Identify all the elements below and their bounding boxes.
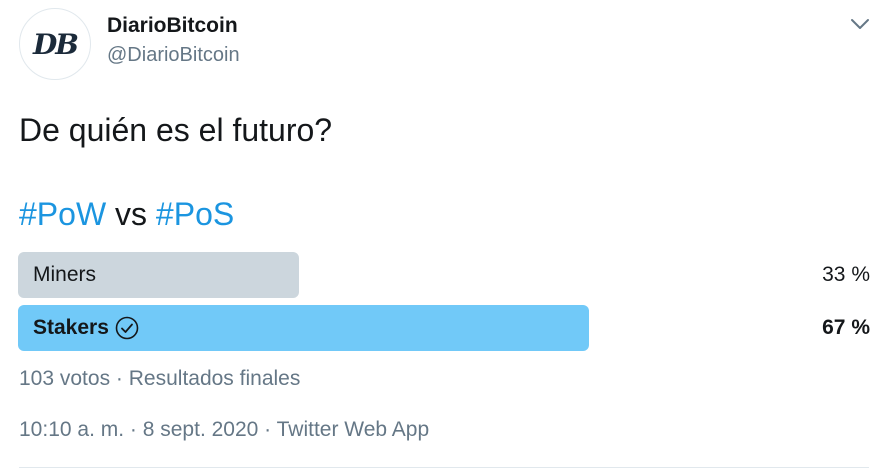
author-handle[interactable]: @DiarioBitcoin (107, 44, 240, 67)
hashtag-pow-link[interactable]: #PoW (19, 196, 106, 232)
tweet-time-link[interactable]: 10:10 a. m. (19, 418, 124, 441)
poll-separator: · (110, 367, 129, 390)
avatar[interactable]: DB (19, 8, 91, 80)
tweet-date-link[interactable]: 8 sept. 2020 (143, 418, 259, 441)
chevron-down-icon[interactable] (848, 12, 872, 36)
poll-option-label-wrap: Stakers (33, 305, 139, 351)
meta-separator: · (124, 418, 143, 441)
check-circle-icon (115, 316, 139, 340)
poll-option-label: Miners (33, 263, 97, 286)
poll-summary: 103 votos · Resultados finales (19, 367, 300, 391)
diariobitcoin-logo-icon: DB (33, 27, 79, 61)
hashtag-pos-link[interactable]: #PoS (156, 196, 234, 232)
divider (19, 467, 869, 468)
poll-option-percent: 33 % (822, 263, 870, 286)
poll-status: Resultados finales (128, 367, 301, 390)
tweet-timestamp: 10:10 a. m. · 8 sept. 2020 · Twitter Web… (19, 418, 429, 442)
poll-option-percent: 67 % (822, 316, 870, 339)
hashtag-connector: vs (106, 196, 156, 232)
poll-option-miners: Miners 33 % (18, 252, 870, 298)
poll-option-stakers: Stakers 67 % (18, 305, 870, 351)
tweet-text: De quién es el futuro? #PoW vs #PoS (19, 108, 332, 236)
poll-option-label: Stakers (33, 316, 109, 339)
tweet-line-1: De quién es el futuro? (19, 112, 333, 148)
meta-separator: · (258, 418, 277, 441)
poll-votes: 103 votos (19, 367, 111, 390)
author-display-name[interactable]: DiarioBitcoin (107, 14, 238, 38)
tweet-source-link[interactable]: Twitter Web App (277, 418, 430, 441)
tweet-line-2: #PoW vs #PoS (19, 192, 332, 236)
